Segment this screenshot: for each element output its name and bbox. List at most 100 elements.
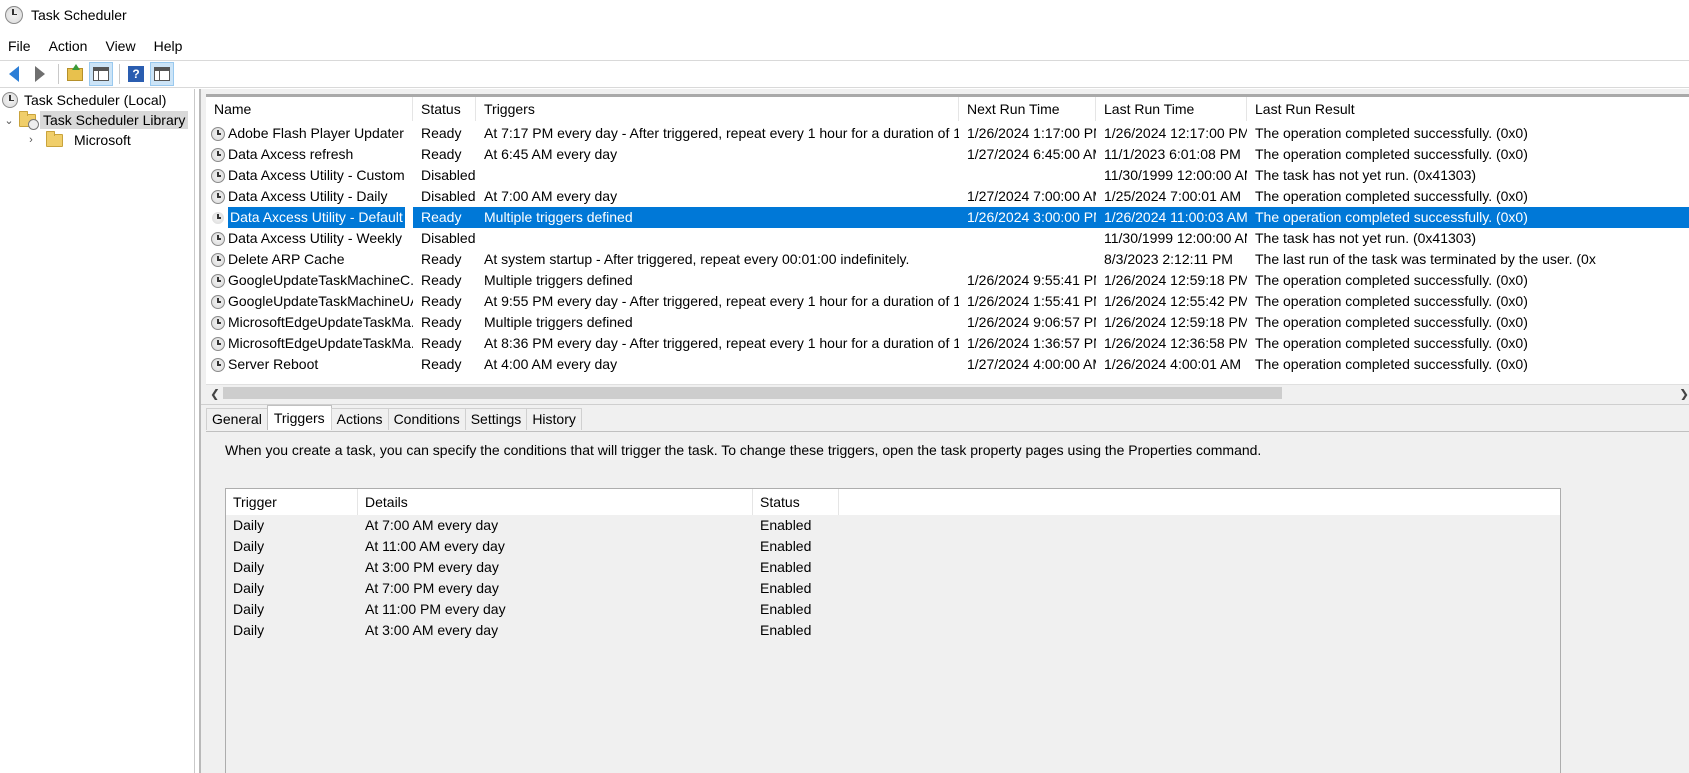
task-next-run-time: 1/27/2024 7:00:00 AM bbox=[967, 188, 1096, 204]
column-header-trigger-status[interactable]: Status bbox=[753, 489, 839, 515]
trigger-row[interactable]: Daily At 7:00 PM every day Enabled bbox=[226, 578, 1560, 599]
task-last-run-time: 1/26/2024 4:00:01 AM bbox=[1104, 356, 1241, 372]
task-name-cell: Data Axcess Utility - Weekly bbox=[206, 228, 413, 249]
pane-splitter[interactable] bbox=[201, 400, 1689, 405]
task-list-header: Name Status Triggers Next Run Time Last … bbox=[206, 97, 1689, 121]
trigger-status: Enabled bbox=[760, 517, 812, 533]
scrollbar-thumb[interactable] bbox=[223, 387, 1282, 399]
task-triggers: At 4:00 AM every day bbox=[484, 356, 618, 372]
chevron-down-icon[interactable]: ⌄ bbox=[2, 114, 16, 127]
task-name-cell: MicrosoftEdgeUpdateTaskMa... bbox=[206, 312, 413, 333]
task-row[interactable]: Server Reboot Ready At 4:00 AM every day 1/… bbox=[206, 354, 1689, 375]
trigger-row[interactable]: Daily At 3:00 AM every day Enabled bbox=[226, 620, 1560, 641]
trigger-row[interactable]: Daily At 7:00 AM every day Enabled bbox=[226, 515, 1560, 536]
triggers-description: When you create a task, you can specify … bbox=[225, 442, 1262, 458]
tree-library-label: Task Scheduler Library bbox=[40, 111, 189, 129]
task-row[interactable]: GoogleUpdateTaskMachineUA Ready At 9:55 PM… bbox=[206, 291, 1689, 312]
back-button[interactable] bbox=[2, 62, 26, 86]
menu-action[interactable]: Action bbox=[49, 38, 88, 54]
scroll-right-icon[interactable]: ❯ bbox=[1679, 387, 1689, 400]
tab-general[interactable]: General bbox=[206, 408, 268, 430]
task-name: Delete ARP Cache bbox=[228, 251, 345, 267]
horizontal-scrollbar[interactable]: ❮ ❯ bbox=[206, 384, 1689, 400]
task-row[interactable]: Delete ARP Cache Ready At system startup -… bbox=[206, 249, 1689, 270]
task-last-run-result: The task has not yet run. (0x41303) bbox=[1255, 230, 1477, 246]
task-clock-icon bbox=[211, 252, 225, 267]
chevron-right-icon[interactable]: › bbox=[24, 134, 38, 146]
scroll-left-icon[interactable]: ❮ bbox=[210, 387, 220, 400]
trigger-row[interactable]: Daily At 3:00 PM every day Enabled bbox=[226, 557, 1560, 578]
task-clock-icon bbox=[211, 189, 225, 204]
tab-conditions[interactable]: Conditions bbox=[387, 408, 466, 430]
task-row[interactable]: Data Axcess Utility - Default Ready Multip… bbox=[206, 207, 1689, 228]
menu-file[interactable]: File bbox=[8, 38, 31, 54]
column-header-name[interactable]: Name bbox=[206, 97, 413, 121]
task-next-run-time: 1/27/2024 4:00:00 AM bbox=[967, 356, 1096, 372]
tab-actions[interactable]: Actions bbox=[330, 408, 389, 430]
task-name: Data Axcess refresh bbox=[228, 146, 354, 162]
show-hide-console-tree-button[interactable] bbox=[89, 62, 113, 86]
task-row[interactable]: Data Axcess Utility - Daily Disabled At 7:… bbox=[206, 186, 1689, 207]
task-clock-icon bbox=[211, 210, 225, 225]
console-tree: Task Scheduler (Local) ⌄ Task Scheduler … bbox=[0, 89, 195, 773]
task-triggers: Multiple triggers defined bbox=[476, 207, 959, 228]
tree-node-root[interactable]: Task Scheduler (Local) bbox=[0, 90, 194, 110]
task-row[interactable]: GoogleUpdateTaskMachineC... Ready Multiple… bbox=[206, 270, 1689, 291]
task-clock-icon bbox=[211, 294, 225, 309]
trigger-status: Enabled bbox=[760, 580, 812, 596]
task-last-run-result: The operation completed successfully. (0… bbox=[1247, 207, 1689, 228]
task-last-run-result: The last run of the task was terminated … bbox=[1255, 251, 1596, 267]
task-next-run-time: 1/26/2024 9:06:57 PM bbox=[967, 314, 1096, 330]
menu-view[interactable]: View bbox=[105, 38, 135, 54]
task-name-cell: Data Axcess Utility - Custom bbox=[206, 165, 413, 186]
column-header-triggers[interactable]: Triggers bbox=[476, 97, 959, 121]
task-next-run-time: 1/26/2024 1:55:41 PM bbox=[967, 293, 1096, 309]
folder-icon bbox=[46, 130, 63, 147]
column-header-details[interactable]: Details bbox=[358, 489, 753, 515]
task-name-cell: Data Axcess refresh bbox=[206, 144, 413, 165]
column-header-next-run-time[interactable]: Next Run Time bbox=[959, 97, 1096, 121]
tab-settings[interactable]: Settings bbox=[464, 408, 528, 430]
column-header-status[interactable]: Status bbox=[413, 97, 476, 121]
task-name: Data Axcess Utility - Default bbox=[228, 207, 405, 228]
task-row[interactable]: Data Axcess refresh Ready At 6:45 AM every… bbox=[206, 144, 1689, 165]
task-name-cell: Adobe Flash Player Updater bbox=[206, 123, 413, 144]
tree-node-microsoft[interactable]: › Microsoft bbox=[0, 130, 194, 150]
trigger-list: Trigger Details Status Daily At 7:00 AM e… bbox=[225, 488, 1561, 773]
tree-root-label: Task Scheduler (Local) bbox=[24, 92, 167, 108]
task-name: Server Reboot bbox=[228, 356, 319, 372]
task-triggers bbox=[476, 228, 959, 249]
task-row[interactable]: Data Axcess Utility - Weekly Disabled 11/3… bbox=[206, 228, 1689, 249]
tab-triggers[interactable]: Triggers bbox=[266, 405, 332, 430]
task-row[interactable]: MicrosoftEdgeUpdateTaskMa... Ready Multipl… bbox=[206, 312, 1689, 333]
trigger-status: Enabled bbox=[760, 538, 812, 554]
task-status: Disabled bbox=[421, 167, 476, 183]
show-hide-action-pane-button[interactable] bbox=[150, 62, 174, 86]
column-header-trigger[interactable]: Trigger bbox=[226, 489, 358, 515]
task-last-run-time: 11/1/2023 6:01:08 PM bbox=[1104, 146, 1241, 162]
tab-history[interactable]: History bbox=[526, 408, 582, 430]
trigger-type: Daily bbox=[233, 622, 265, 638]
trigger-details: At 3:00 PM every day bbox=[365, 559, 499, 575]
task-row[interactable]: Data Axcess Utility - Custom Disabled 11/3… bbox=[206, 165, 1689, 186]
task-last-run-time: 1/26/2024 12:59:18 PM bbox=[1104, 272, 1247, 288]
task-row[interactable]: Adobe Flash Player Updater Ready At 7:17 P… bbox=[206, 123, 1689, 144]
trigger-status: Enabled bbox=[760, 622, 812, 638]
task-last-run-result: The operation completed successfully. (0… bbox=[1255, 293, 1528, 309]
up-one-level-button[interactable] bbox=[63, 62, 87, 86]
trigger-type: Daily bbox=[233, 559, 265, 575]
forward-button[interactable] bbox=[28, 62, 52, 86]
trigger-row[interactable]: Daily At 11:00 PM every day Enabled bbox=[226, 599, 1560, 620]
tree-node-library[interactable]: ⌄ Task Scheduler Library bbox=[0, 110, 194, 130]
menu-bar: File Action View Help bbox=[0, 34, 1689, 58]
trigger-type: Daily bbox=[233, 517, 265, 533]
task-row[interactable]: MicrosoftEdgeUpdateTaskMa... Ready At 8:36… bbox=[206, 333, 1689, 354]
trigger-status: Enabled bbox=[760, 601, 812, 617]
help-button[interactable]: ? bbox=[124, 62, 148, 86]
task-last-run-result: The operation completed successfully. (0… bbox=[1255, 314, 1528, 330]
column-header-last-run-result[interactable]: Last Run Result bbox=[1247, 97, 1689, 121]
trigger-row[interactable]: Daily At 11:00 AM every day Enabled bbox=[226, 536, 1560, 557]
column-header-last-run-time[interactable]: Last Run Time bbox=[1096, 97, 1247, 121]
task-name: GoogleUpdateTaskMachineUA bbox=[228, 293, 413, 309]
menu-help[interactable]: Help bbox=[154, 38, 183, 54]
